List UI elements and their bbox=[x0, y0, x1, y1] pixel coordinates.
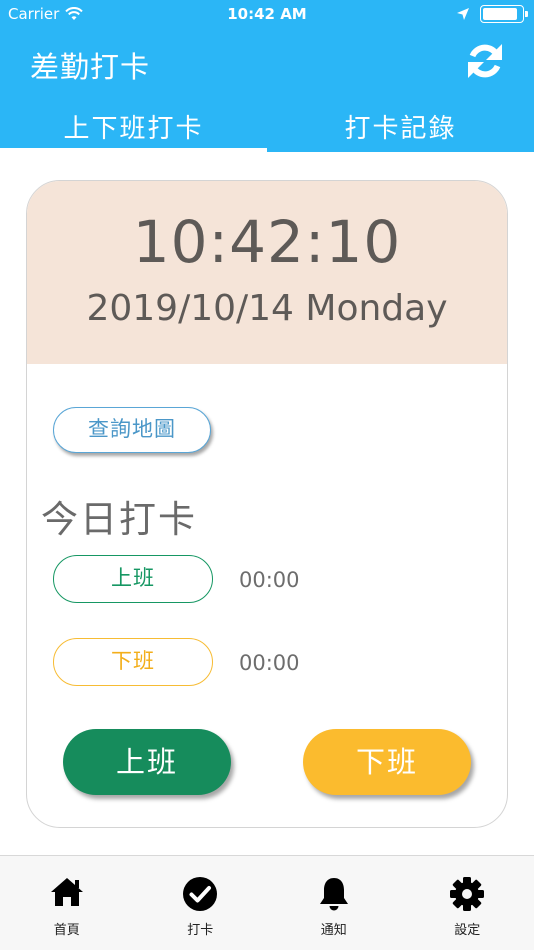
check-circle-icon bbox=[183, 877, 218, 911]
tabbar-label-settings: 設定 bbox=[454, 923, 481, 938]
bottom-tab-bar: 首頁 打卡 通知 設定 bbox=[0, 855, 534, 950]
current-time: 10:42:10 bbox=[132, 208, 402, 276]
status-bar: Carrier 10:42 AM bbox=[0, 0, 534, 28]
nav-bar: 差勤打卡 bbox=[0, 28, 534, 100]
tab-records[interactable]: 打卡記錄 bbox=[267, 100, 534, 152]
tabbar-label-notifications: 通知 bbox=[320, 923, 347, 938]
clock-in-status-badge: 上班 bbox=[53, 555, 213, 603]
tabbar-item-punch[interactable]: 打卡 bbox=[134, 856, 268, 950]
refresh-icon[interactable] bbox=[464, 40, 506, 82]
home-icon bbox=[50, 878, 83, 906]
clock-out-status-badge: 下班 bbox=[53, 638, 213, 686]
today-punch-heading: 今日打卡 bbox=[41, 498, 197, 541]
tabbar-item-notifications[interactable]: 通知 bbox=[267, 856, 401, 950]
clock-out-time: 00:00 bbox=[239, 651, 300, 675]
battery-icon bbox=[480, 5, 528, 23]
punch-card: 10:42:10 2019/10/14 Monday 查詢地圖 今日打卡 上班 … bbox=[26, 180, 508, 828]
tabbar-label-punch: 打卡 bbox=[187, 923, 214, 938]
gear-icon bbox=[450, 877, 485, 911]
page-title: 差勤打卡 bbox=[30, 50, 151, 84]
clock-out-button[interactable]: 下班 bbox=[303, 729, 471, 795]
clock-in-time: 00:00 bbox=[239, 568, 300, 592]
tabbar-item-settings[interactable]: 設定 bbox=[401, 856, 534, 950]
map-query-button[interactable]: 查詢地圖 bbox=[53, 407, 211, 453]
tabbar-label-home: 首頁 bbox=[53, 923, 80, 938]
top-tabs: 上下班打卡 打卡記錄 bbox=[0, 100, 534, 153]
clock-panel: 10:42:10 2019/10/14 Monday bbox=[27, 181, 507, 364]
current-date: 2019/10/14 Monday bbox=[86, 288, 448, 329]
tabbar-item-home[interactable]: 首頁 bbox=[0, 856, 134, 950]
location-arrow-icon bbox=[457, 8, 469, 20]
status-time: 10:42 AM bbox=[227, 5, 307, 23]
tab-clock-in-out[interactable]: 上下班打卡 bbox=[0, 100, 267, 153]
clock-in-button[interactable]: 上班 bbox=[63, 729, 231, 795]
status-right bbox=[456, 5, 528, 23]
bell-icon bbox=[319, 878, 348, 911]
